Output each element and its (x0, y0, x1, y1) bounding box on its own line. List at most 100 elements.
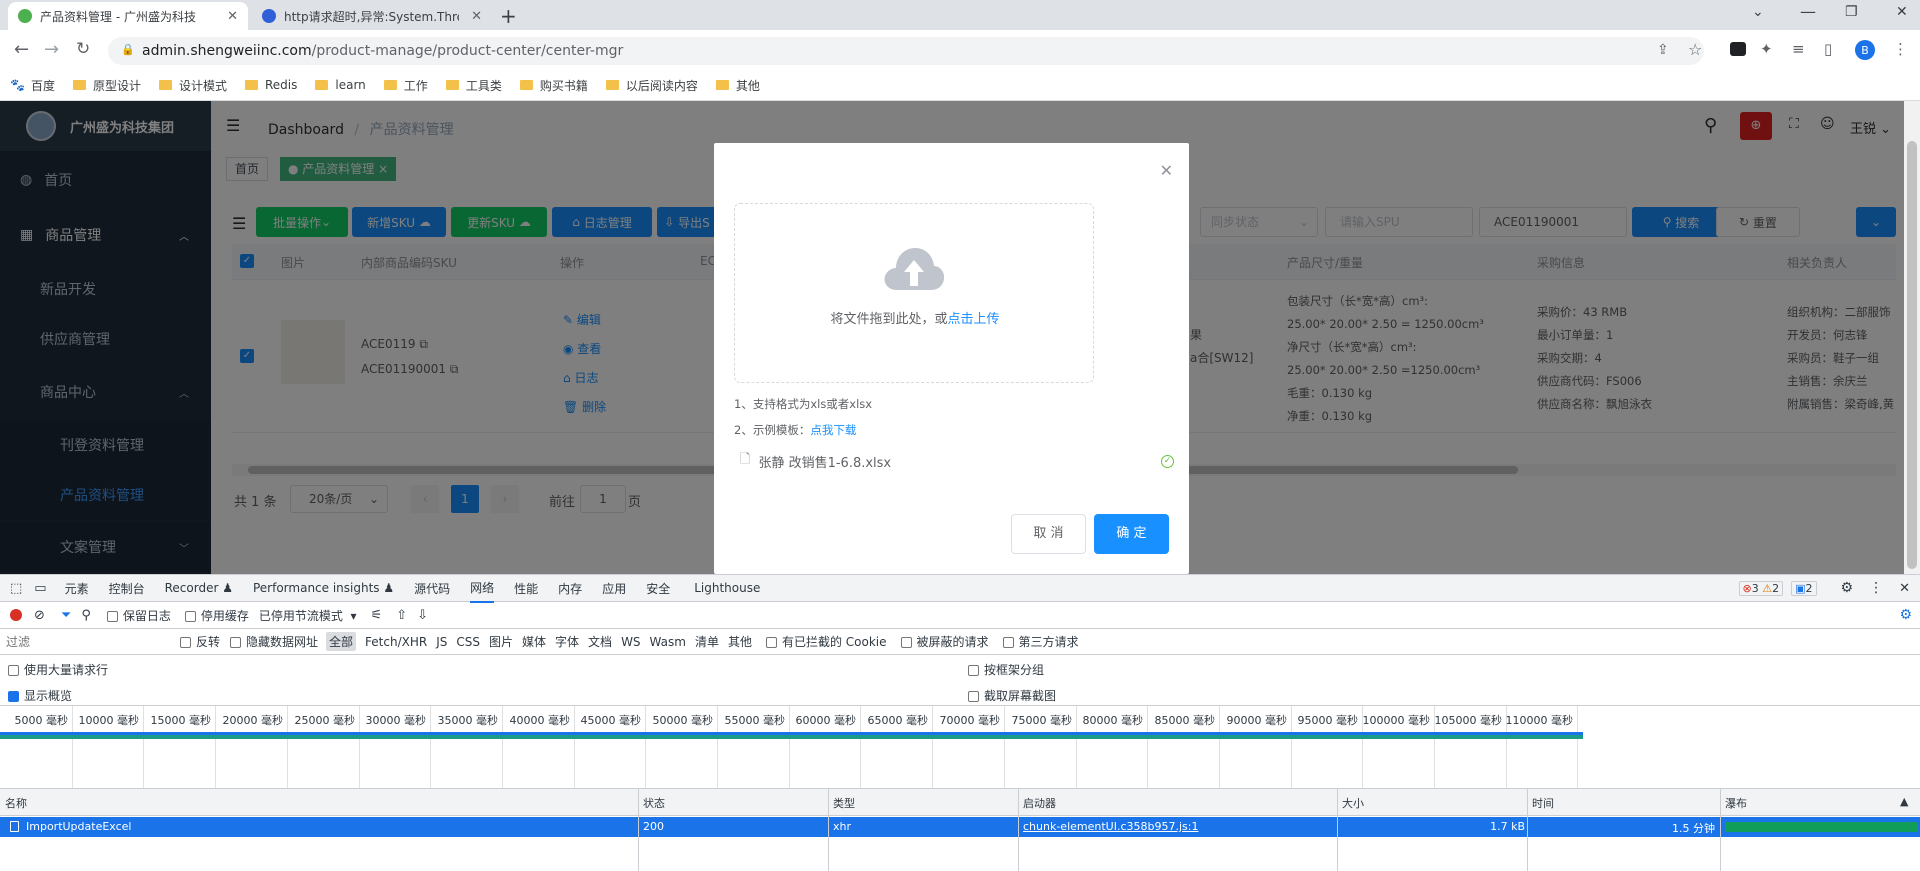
group-by-frame-toggle[interactable]: 按框架分组 (968, 661, 1044, 678)
preserve-log-toggle[interactable]: 保留日志 (106, 607, 171, 624)
third-party-toggle[interactable]: 第三方请求 (1002, 633, 1079, 650)
blocked-cookies-toggle[interactable]: 有已拦截的 Cookie (765, 633, 887, 650)
close-tab-icon[interactable]: ✕ (227, 9, 238, 24)
device-toolbar-icon[interactable]: ▭ (34, 581, 46, 596)
bookmark-folder[interactable]: learn (315, 78, 366, 92)
import-har-icon[interactable]: ⇧ (396, 608, 407, 623)
devtools-tab-sources[interactable]: 源代码 (414, 580, 450, 597)
inspect-icon[interactable]: ⬚ (10, 581, 22, 596)
confirm-button[interactable]: 确 定 (1094, 514, 1169, 554)
uploaded-file-item[interactable]: 🗋 张静 改销售1-6.8.xlsx ✓ (734, 449, 1174, 473)
bookmark-folder[interactable]: 以后阅读内容 (605, 77, 698, 94)
devtools-tab-elements[interactable]: 元素 (65, 580, 89, 597)
settings-gear-icon[interactable]: ⚙ (1841, 580, 1854, 596)
devtools-tab-memory[interactable]: 内存 (558, 580, 582, 597)
invert-toggle[interactable]: 反转 (180, 633, 220, 650)
close-tab-icon[interactable]: ✕ (471, 9, 482, 24)
sort-up-icon[interactable]: ▲ (1900, 795, 1908, 808)
disable-cache-toggle[interactable]: 停用缓存 (184, 607, 249, 624)
filter-type[interactable]: 文档 (588, 633, 612, 650)
forward-icon[interactable]: → (44, 39, 59, 60)
filter-type[interactable]: 媒体 (522, 633, 546, 650)
profile-avatar[interactable]: B (1855, 40, 1875, 60)
menu-kebab-icon[interactable]: ⋮ (1893, 40, 1908, 58)
devtools-tab-security[interactable]: 安全 (646, 580, 670, 597)
throttle-select[interactable]: 已停用节流模式 ▾ (259, 607, 357, 624)
wifi-conditions-icon[interactable]: ⚟ (371, 608, 383, 623)
bookmark-star-icon[interactable]: ☆ (1688, 40, 1702, 59)
restore-icon[interactable]: ❐ (1845, 4, 1858, 20)
col-initiator[interactable]: 启动器 (1023, 795, 1056, 811)
close-devtools-icon[interactable]: ✕ (1899, 581, 1910, 596)
sidepanel-icon[interactable]: ▯ (1824, 40, 1832, 58)
screenshots-toggle[interactable]: 截取屏幕截图 (968, 687, 1056, 704)
page-scrollbar[interactable] (1904, 101, 1920, 574)
devtools-tab-performance[interactable]: 性能 (514, 580, 538, 597)
hide-data-urls-toggle[interactable]: 隐藏数据网址 (230, 633, 318, 650)
col-type[interactable]: 类型 (833, 795, 855, 811)
messages-badge[interactable]: ▣2 (1791, 580, 1817, 596)
col-name[interactable]: 名称 (5, 795, 27, 811)
blocked-requests-toggle[interactable]: 被屏蔽的请求 (900, 633, 989, 650)
bookmark-baidu[interactable]: 🐾 百度 (10, 77, 55, 94)
filter-type[interactable]: Wasm (650, 635, 686, 649)
filter-input[interactable]: 过滤 (6, 633, 166, 650)
bookmark-folder[interactable]: 其他 (715, 77, 760, 94)
filter-icon[interactable]: ⏷ (61, 608, 71, 623)
devtools-tab-application[interactable]: 应用 (602, 580, 626, 597)
bookmark-folder[interactable]: Redis (245, 78, 297, 92)
issues-badge[interactable]: ⊗3 ⚠2 (1738, 580, 1784, 596)
upload-dropzone[interactable]: 将文件拖到此处，或点击上传 (734, 203, 1094, 383)
extension-icon[interactable] (1730, 42, 1746, 56)
devtools-tab-console[interactable]: 控制台 (109, 580, 145, 597)
bookmark-folder[interactable]: 设计模式 (158, 77, 227, 94)
bookmark-folder[interactable]: 购买书籍 (519, 77, 588, 94)
puzzle-icon[interactable]: ✦ (1760, 40, 1773, 58)
download-template-link[interactable]: 点我下载 (810, 423, 856, 437)
close-icon[interactable]: ✕ (1160, 161, 1173, 180)
network-settings-icon[interactable]: ⚙ (1899, 607, 1912, 623)
devtools-tab-performance-insights[interactable]: Performance insights ♟ (253, 581, 394, 595)
tab-search-icon[interactable]: ⌄ (1752, 4, 1764, 20)
bookmark-folder[interactable]: 原型设计 (72, 77, 141, 94)
show-overview-toggle[interactable]: 显示概览 (8, 687, 72, 704)
devtools-tab-lighthouse[interactable]: Lighthouse (694, 581, 760, 595)
media-icon[interactable]: ≡ (1792, 40, 1805, 58)
browser-tab-active[interactable]: 产品资料管理 - 广州盛为科技 ✕ (8, 2, 248, 30)
col-waterfall[interactable]: 瀑布 (1725, 795, 1747, 811)
minimize-icon[interactable]: — (1800, 2, 1816, 21)
close-window-icon[interactable]: ✕ (1896, 4, 1908, 20)
bookmark-folder[interactable]: 工作 (383, 77, 428, 94)
filter-type[interactable]: CSS (456, 635, 480, 649)
filter-type[interactable]: 清单 (695, 633, 719, 650)
filter-type[interactable]: 字体 (555, 633, 579, 650)
clear-icon[interactable]: ⊘ (34, 608, 45, 623)
new-tab-icon[interactable]: + (500, 4, 517, 28)
record-icon[interactable] (10, 609, 22, 621)
upload-link[interactable]: 点击上传 (948, 312, 1000, 327)
col-time[interactable]: 时间 (1532, 795, 1554, 811)
filter-type[interactable]: 图片 (489, 633, 513, 650)
filter-type-all[interactable]: 全部 (326, 632, 357, 651)
big-rows-toggle[interactable]: 使用大量请求行 (8, 661, 108, 678)
request-row[interactable]: ImportUpdateExcel 200 xhr chunk-elementU… (0, 817, 1920, 837)
filter-type[interactable]: WS (621, 635, 640, 649)
back-icon[interactable]: ← (14, 39, 29, 60)
bookmark-folder[interactable]: 工具类 (445, 77, 502, 94)
search-icon[interactable]: ⚲ (81, 608, 91, 623)
scroll-thumb[interactable] (1907, 141, 1917, 569)
initiator-link[interactable]: chunk-elementUI.c358b957.js:1 (1023, 820, 1198, 833)
filter-type[interactable]: JS (436, 635, 447, 649)
cancel-button[interactable]: 取 消 (1011, 514, 1086, 554)
more-options-icon[interactable]: ⋮ (1869, 580, 1883, 596)
network-overview[interactable]: 5000 毫秒 10000 毫秒 15000 毫秒 20000 毫秒 25000 毫秒 3… (0, 706, 1920, 788)
devtools-tab-network[interactable]: 网络 (470, 574, 495, 603)
devtools-tab-recorder[interactable]: Recorder ♟ (165, 581, 233, 595)
share-icon[interactable]: ⇪ (1657, 42, 1669, 58)
col-size[interactable]: 大小 (1342, 795, 1364, 811)
filter-type[interactable]: Fetch/XHR (365, 635, 427, 649)
url-input[interactable]: 🔒 admin.shengweiinc.com/product-manage/p… (108, 37, 1704, 65)
col-status[interactable]: 状态 (643, 795, 665, 811)
export-har-icon[interactable]: ⇩ (417, 608, 428, 623)
reload-icon[interactable]: ↻ (76, 39, 90, 59)
